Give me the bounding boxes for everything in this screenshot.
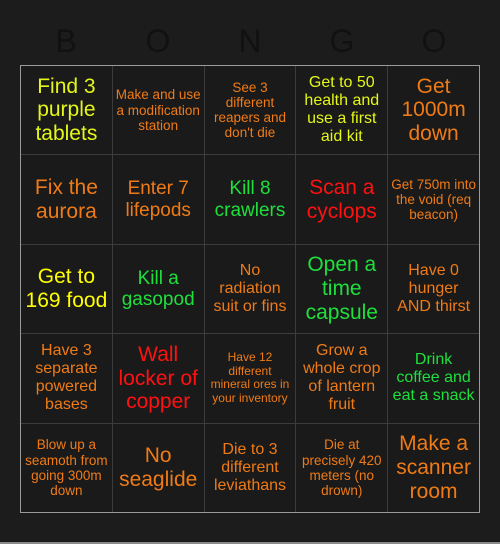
bingo-cell-label: Kill 8 crawlers [214,178,286,221]
bingo-cell-r2-c2[interactable]: No radiation suit or fins [204,244,296,334]
bingo-cell-label: Get 750m into the void (req beacon) [391,176,476,223]
bingo-cell-r2-c4[interactable]: Have 0 hunger AND thirst [388,244,479,334]
bingo-header-letter-2: N [238,23,262,59]
bingo-grid: Find 3 purple tablets Make and use a modi… [20,65,480,513]
bingo-header-letter-3: G [329,23,355,59]
bingo-cell-label: Scan a cyclops [306,175,377,223]
bingo-cell-r1-c1[interactable]: Enter 7 lifepods [112,155,204,244]
bingo-cell-label: No seaglide [119,444,198,491]
bingo-cell-label: See 3 different reapers and don't die [213,79,287,141]
bingo-cell-label: Drink coffee and eat a snack [392,351,475,405]
bingo-cell-label: Grow a whole crop of lantern fruit [303,342,381,414]
bingo-cell-label: Make and use a modification station [115,87,201,133]
bingo-cell-label: Wall locker of copper [118,342,198,414]
bingo-cell-r4-c2[interactable]: Die to 3 different leviathans [204,423,296,512]
bingo-header-letter-0: B [55,23,77,59]
bingo-cell-r4-c3[interactable]: Die at precisely 420 meters (no drown) [296,423,388,512]
bingo-cell-label: Open a time capsule [305,253,378,324]
bingo-cell-label: Have 12 different mineral ores in your i… [210,350,290,405]
bingo-cell-r3-c1[interactable]: Wall locker of copper [112,334,204,423]
bingo-cell-label: Find 3 purple tablets [35,74,98,146]
bingo-cell-r1-c2[interactable]: Kill 8 crawlers [204,155,296,244]
bingo-cell-r0-c4[interactable]: Get 1000m down [388,66,479,155]
bingo-cell-label: Make a scanner room [396,432,471,503]
bingo-cell-label: Blow up a seamoth from going 300m down [25,437,108,499]
bingo-cell-label: Fix the aurora [34,175,98,223]
bingo-cell-r2-c1[interactable]: Kill a gasopod [112,244,204,334]
bingo-cell-label: Have 0 hunger AND thirst [397,261,471,316]
bingo-cell-label: No radiation suit or fins [213,261,287,316]
bingo-cell-label: Get 1000m down [401,74,466,146]
bingo-cell-r3-c3[interactable]: Grow a whole crop of lantern fruit [296,334,388,423]
bingo-cell-label: Die at precisely 420 meters (no drown) [302,437,382,499]
bingo-cell-r2-c0[interactable]: Get to 169 food [21,244,112,334]
bingo-card-page: B O N G O Find 3 purple tablets Make and use … [0,0,500,544]
bingo-header-letter-1: O [145,23,171,59]
bingo-cell-r4-c4[interactable]: Make a scanner room [388,423,479,512]
bingo-cell-r0-c2[interactable]: See 3 different reapers and don't die [204,66,296,155]
bingo-cell-label: Get to 169 food [25,265,108,312]
bingo-cell-label: Have 3 separate powered bases [35,342,98,414]
bingo-cell-r1-c4[interactable]: Get 750m into the void (req beacon) [388,155,479,244]
bingo-cell-r0-c3[interactable]: Get to 50 health and use a first aid kit [296,66,388,155]
bingo-header: BONGO [20,18,480,64]
bingo-cell-r3-c4[interactable]: Drink coffee and eat a snack [388,334,479,423]
bingo-cell-label: Die to 3 different leviathans [213,440,287,494]
bingo-header-letter-4: O [421,23,447,59]
bingo-cell-r4-c0[interactable]: Blow up a seamoth from going 300m down [21,423,112,512]
bingo-cell-r3-c2[interactable]: Have 12 different mineral ores in your i… [204,334,296,423]
bingo-cell-r2-c3[interactable]: Open a time capsule [296,244,388,334]
bingo-cell-label: Enter 7 lifepods [125,178,191,221]
bingo-cell-r0-c1[interactable]: Make and use a modification station [112,66,204,155]
bingo-cell-r1-c3[interactable]: Scan a cyclops [296,155,388,244]
bingo-cell-r0-c0[interactable]: Find 3 purple tablets [21,66,112,155]
bingo-cell-label: Kill a gasopod [121,267,195,310]
bingo-cell-label: Get to 50 health and use a first aid kit [304,74,380,146]
bingo-cell-r3-c0[interactable]: Have 3 separate powered bases [21,334,112,423]
bingo-cell-r4-c1[interactable]: No seaglide [112,423,204,512]
bingo-cell-r1-c0[interactable]: Fix the aurora [21,155,112,244]
